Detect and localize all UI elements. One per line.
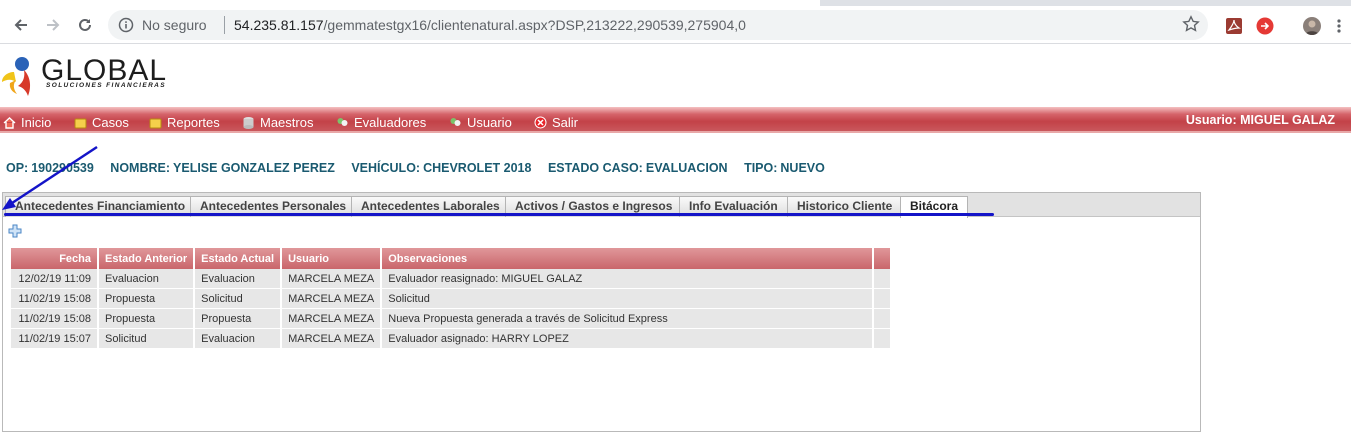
forward-button[interactable] xyxy=(40,12,66,38)
cell-usuario: MARCELA MEZA xyxy=(282,309,381,329)
menu-item-maestros[interactable]: Maestros xyxy=(242,113,313,131)
cell-estado-anterior: Solicitud xyxy=(99,329,194,349)
case-vehiculo: VEHÍCULO: CHEVROLET 2018 xyxy=(351,161,532,175)
user-prefix: Usuario: xyxy=(1185,113,1237,127)
browser-toolbar: No seguro 54.235.81.157/gemmatestgx16/cl… xyxy=(0,6,1351,44)
folder-icon xyxy=(149,116,162,129)
bitacora-table: Fecha Estado Anterior Estado Actual Usua… xyxy=(9,248,892,349)
menu-label: Maestros xyxy=(260,114,314,130)
cell-estado-actual: Solicitud xyxy=(195,289,281,309)
annotation-underline xyxy=(4,213,994,216)
extension-icon[interactable] xyxy=(1256,17,1274,35)
cell-estado-anterior: Propuesta xyxy=(99,289,194,309)
case-nombre: NOMBRE: YELISE GONZALEZ PEREZ xyxy=(110,161,335,175)
security-label: No seguro xyxy=(142,17,207,33)
menu-item-casos[interactable]: Casos xyxy=(74,113,129,131)
cell-extra xyxy=(874,289,891,309)
case-tipo: TIPO: NUEVO xyxy=(744,161,825,175)
table-row[interactable]: 11/02/19 15:08 Propuesta Propuesta MARCE… xyxy=(11,309,891,329)
menu-label: Casos xyxy=(92,114,129,130)
url-text[interactable]: 54.235.81.157/gemmatestgx16/clientenatur… xyxy=(234,17,746,33)
arrow-left-icon xyxy=(14,19,27,31)
reload-icon xyxy=(79,18,91,31)
cell-estado-actual: Evaluacion xyxy=(195,329,281,349)
info-icon[interactable] xyxy=(118,17,134,33)
case-summary: OP: 190290539 NOMBRE: YELISE GONZALEZ PERE… xyxy=(6,161,838,175)
menu-item-reportes[interactable]: Reportes xyxy=(149,113,220,131)
menu-label: Salir xyxy=(552,114,579,130)
arrow-right-icon xyxy=(47,19,60,31)
home-icon xyxy=(3,116,16,129)
table-row[interactable]: 12/02/19 11:09 Evaluacion Evaluacion MAR… xyxy=(11,269,891,289)
cell-observaciones: Evaluador reasignado: MIGUEL GALAZ xyxy=(382,269,873,289)
column-header-usuario[interactable]: Usuario xyxy=(282,248,381,269)
menu-item-inicio[interactable]: Inicio xyxy=(3,113,51,131)
url-path: /gemmatestgx16/clientenatural.aspx?DSP,2… xyxy=(323,17,746,33)
table-row[interactable]: 11/02/19 15:08 Propuesta Solicitud MARCE… xyxy=(11,289,891,309)
exit-icon xyxy=(534,116,547,129)
main-menu: Inicio Casos Reportes Maestros Evaluador… xyxy=(0,107,1351,133)
menu-item-evaluadores[interactable]: Evaluadores xyxy=(336,113,426,131)
cell-observaciones: Evaluador asignado: HARRY LOPEZ xyxy=(382,329,873,349)
users-icon xyxy=(336,116,349,129)
column-header-observaciones[interactable]: Observaciones xyxy=(382,248,873,269)
bookmark-star-icon[interactable] xyxy=(1182,15,1200,33)
cell-fecha: 11/02/19 15:08 xyxy=(11,309,97,329)
cell-usuario: MARCELA MEZA xyxy=(282,289,381,309)
users-icon xyxy=(449,116,462,129)
profile-avatar[interactable] xyxy=(1303,17,1321,35)
column-header-estado-actual[interactable]: Estado Actual xyxy=(195,248,281,269)
reload-button[interactable] xyxy=(72,12,98,38)
logo-tagline: SOLUCIONES FINANCIERAS xyxy=(46,82,167,89)
column-header-estado-anterior[interactable]: Estado Anterior xyxy=(99,248,194,269)
cell-estado-actual: Evaluacion xyxy=(195,269,281,289)
cell-extra xyxy=(874,269,891,289)
folder-icon xyxy=(74,116,87,129)
divider xyxy=(224,16,225,34)
menu-label: Reportes xyxy=(167,114,220,130)
cell-observaciones: Solicitud xyxy=(382,289,873,309)
cell-estado-actual: Propuesta xyxy=(195,309,281,329)
add-icon[interactable] xyxy=(8,224,22,238)
address-bar[interactable]: No seguro 54.235.81.157/gemmatestgx16/cl… xyxy=(108,10,1208,40)
back-button[interactable] xyxy=(8,12,34,38)
menu-item-usuario[interactable]: Usuario xyxy=(449,113,512,131)
table-header-row: Fecha Estado Anterior Estado Actual Usua… xyxy=(11,248,891,269)
cell-extra xyxy=(874,329,891,349)
cell-observaciones: Nueva Propuesta generada a través de Sol… xyxy=(382,309,873,329)
menu-label: Usuario xyxy=(467,114,512,130)
pdf-extension-icon[interactable] xyxy=(1225,17,1243,35)
table-row[interactable]: 11/02/19 15:07 Solicitud Evaluacion MARC… xyxy=(11,329,891,349)
cell-fecha: 12/02/19 11:09 xyxy=(11,269,97,289)
cell-estado-anterior: Evaluacion xyxy=(99,269,194,289)
kebab-menu-icon[interactable] xyxy=(1336,17,1351,35)
column-header-fecha[interactable]: Fecha xyxy=(11,248,97,269)
cell-fecha: 11/02/19 15:07 xyxy=(11,329,97,349)
url-host: 54.235.81.157 xyxy=(234,17,324,33)
annotation-arrow-icon xyxy=(2,145,98,210)
cell-fecha: 11/02/19 15:08 xyxy=(11,289,97,309)
user-name: MIGUEL GALAZ xyxy=(1240,113,1335,127)
menu-item-salir[interactable]: Salir xyxy=(534,113,578,131)
menu-label: Evaluadores xyxy=(354,114,427,130)
column-header-extra xyxy=(874,248,891,269)
cell-usuario: MARCELA MEZA xyxy=(282,329,381,349)
cell-usuario: MARCELA MEZA xyxy=(282,269,381,289)
cell-estado-anterior: Propuesta xyxy=(99,309,194,329)
current-user: Usuario: MIGUEL GALAZ xyxy=(1186,113,1335,127)
cell-extra xyxy=(874,309,891,329)
menu-label: Inicio xyxy=(21,114,52,130)
avatar-icon xyxy=(1305,20,1319,35)
database-icon xyxy=(242,116,255,129)
case-estado: ESTADO CASO: EVALUACION xyxy=(547,161,728,175)
